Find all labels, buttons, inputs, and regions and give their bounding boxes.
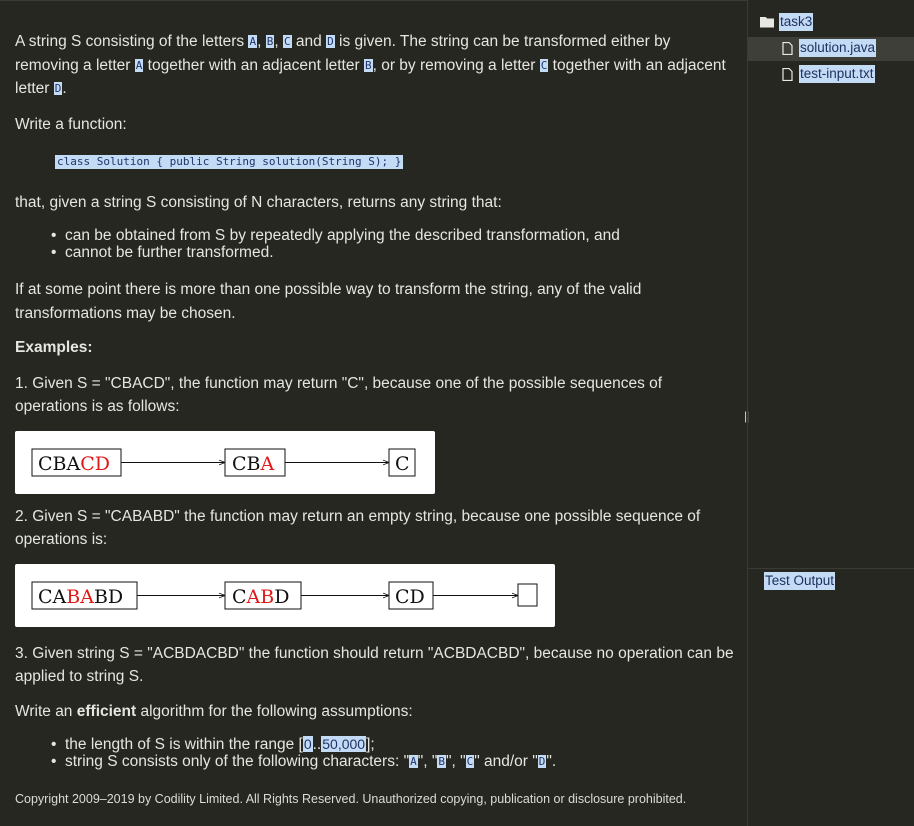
efficient-bold: efficient xyxy=(76,702,137,720)
assumption-text: ]; xyxy=(366,736,375,753)
state-label: CBA xyxy=(232,453,275,475)
code-letter: D xyxy=(326,35,335,48)
intro-text: together with an adjacent letter xyxy=(143,56,364,74)
state-label: CABABD xyxy=(38,586,123,608)
efficient-text: Write an efficient algorithm for the fol… xyxy=(15,700,735,724)
assumption-text: ", " xyxy=(445,753,466,770)
example-2-text: 2. Given S = "CABABD" the function may r… xyxy=(15,507,701,549)
state-label: CABD xyxy=(232,586,289,608)
list-item: the length of S is within the range [0..… xyxy=(51,736,735,753)
code-letter: A xyxy=(409,755,418,768)
folder-task3[interactable]: task3 xyxy=(748,11,914,35)
state-label: CD xyxy=(395,586,425,608)
example-2-figure: CABABD CABD CD xyxy=(15,563,555,627)
intro-text: , or by removing a letter xyxy=(372,56,540,74)
examples-heading: Examples: xyxy=(15,339,93,356)
list-item: string S consists only of the following … xyxy=(51,753,735,770)
list-item: can be obtained from S by repeatedly app… xyxy=(51,227,735,244)
efficient-pre: Write an xyxy=(15,702,77,720)
file-label: test-input.txt xyxy=(799,65,875,83)
multiple-ways-text: If at some point there is more than one … xyxy=(15,281,642,322)
example-1-text: 1. Given S = "CBACD", the function may r… xyxy=(15,374,663,416)
assumptions-list: the length of S is within the range [0..… xyxy=(15,736,735,770)
folder-label: task3 xyxy=(779,13,814,31)
code-letter: C xyxy=(465,755,475,768)
assumption-text: string S consists only of the following … xyxy=(65,753,410,770)
file-test-input-txt[interactable]: test-input.txt xyxy=(748,63,914,87)
conditions-list: can be obtained from S by repeatedly app… xyxy=(15,227,735,261)
intro-text: A string S consisting of the letters xyxy=(15,33,249,50)
sidebar-split-divider[interactable] xyxy=(748,568,914,569)
intro-text: , xyxy=(274,33,283,50)
intro-text: and xyxy=(291,33,327,50)
empty-state-box xyxy=(517,583,538,606)
code-letter: B xyxy=(363,58,373,72)
list-item: cannot be further transformed. xyxy=(51,244,735,261)
example-3-text: 3. Given string S = "ACBDACBD" the funct… xyxy=(15,644,734,686)
task-description: A string S consisting of the letters A , … xyxy=(15,30,735,812)
assumption-text: ". xyxy=(546,753,557,770)
efficient-post: algorithm for the following assumptions: xyxy=(136,702,413,720)
assumption-text: " and/or " xyxy=(474,753,538,770)
code-letter: A xyxy=(248,35,258,48)
intro-text: . xyxy=(62,80,67,97)
top-border xyxy=(0,0,747,1)
assumption-text: the length of S is within the range [ xyxy=(65,736,303,753)
write-function-text: Write a function: xyxy=(15,115,127,133)
code-letter: C xyxy=(282,35,292,48)
file-solution-java[interactable]: solution.java xyxy=(748,37,914,61)
file-icon xyxy=(782,41,793,58)
assumption-text: ", " xyxy=(417,753,438,770)
file-icon xyxy=(782,67,793,84)
file-label: solution.java xyxy=(799,39,877,57)
state-label: CBACD xyxy=(38,453,110,475)
range-high: 50,000 xyxy=(321,736,367,752)
state-label: C xyxy=(395,453,410,475)
code-letter: B xyxy=(437,755,446,768)
example-1-diagram: CBACD CBA C xyxy=(31,448,416,476)
assumption-text: .. xyxy=(312,736,322,753)
file-sidebar: task3 solution.java test-input.txt xyxy=(748,0,914,826)
folder-icon xyxy=(760,16,774,31)
example-1-figure: CBACD CBA C xyxy=(15,430,435,494)
test-output-label: Test Output xyxy=(764,572,836,590)
copyright-notice: Copyright 2009–2019 by Codility Limited.… xyxy=(15,792,687,806)
example-2-diagram: CABABD CABD CD xyxy=(31,581,538,609)
function-signature: class Solution { public String solution(… xyxy=(55,155,404,169)
intro-paragraph: A string S consisting of the letters A , … xyxy=(15,30,735,101)
range-low: 0 xyxy=(302,736,313,752)
that-given-text: that, given a string S consisting of N c… xyxy=(15,193,502,211)
intro-text: , xyxy=(257,33,266,50)
